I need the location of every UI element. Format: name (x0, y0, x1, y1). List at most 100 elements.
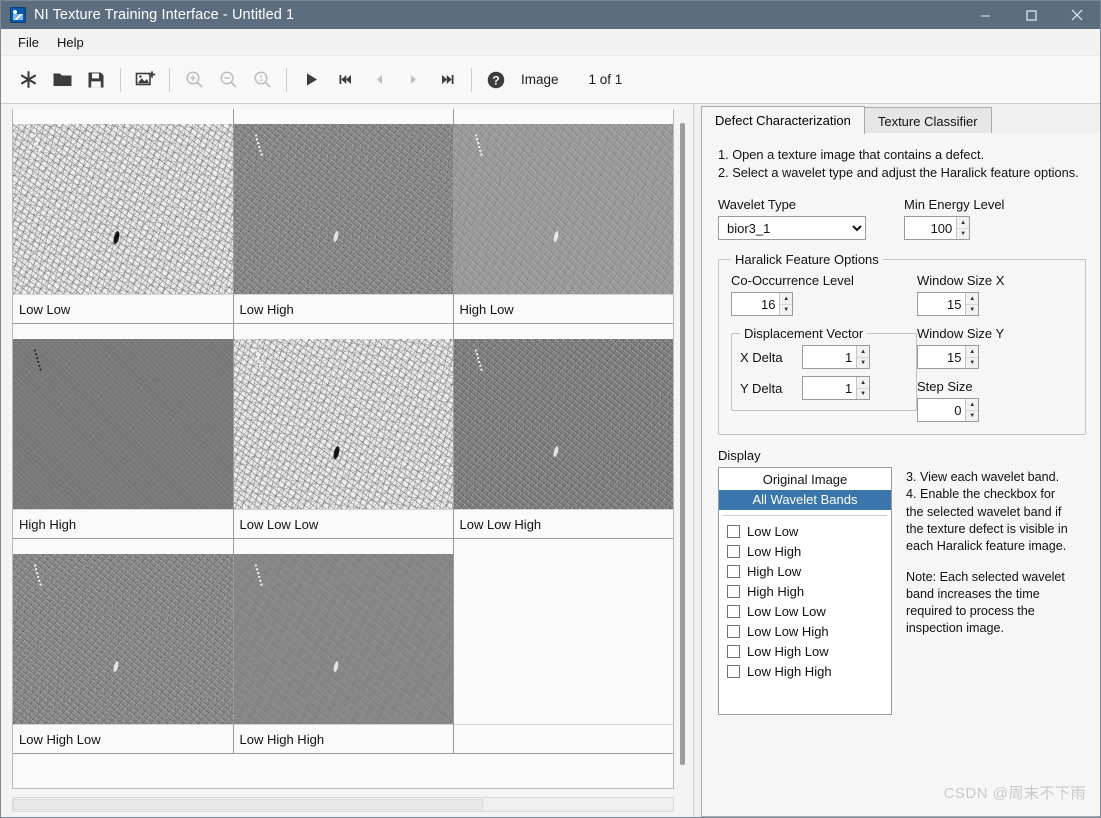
checkbox-row-low-high-low[interactable]: Low High Low (719, 641, 891, 661)
spinner-down-icon[interactable]: ▼ (957, 229, 969, 240)
grid-cell-high-high[interactable]: High High (13, 323, 234, 539)
checkbox-low-low-low[interactable] (727, 604, 740, 618)
zoom-out-button[interactable] (211, 63, 245, 97)
first-image-button[interactable] (328, 63, 362, 97)
thumbnail-image[interactable] (233, 124, 453, 294)
checkbox-low-low-high[interactable] (727, 624, 740, 638)
wavelet-band-listbox[interactable]: Original Image All Wavelet Bands Low Low… (718, 467, 892, 716)
zoom-actual-size-button[interactable]: 1 (245, 63, 279, 97)
step-size-input[interactable] (918, 399, 966, 422)
spinner-up-icon[interactable]: ▲ (857, 377, 869, 389)
tab-texture-classifier[interactable]: Texture Classifier (863, 107, 992, 134)
y-delta-input[interactable] (803, 377, 857, 400)
help-button[interactable]: ? (479, 63, 513, 97)
last-image-button[interactable] (430, 63, 464, 97)
thumbnail-image[interactable] (453, 124, 673, 294)
spinner-down-icon[interactable]: ▼ (966, 358, 978, 369)
spinner-down-icon[interactable]: ▼ (857, 389, 869, 400)
checkbox-high-low[interactable] (727, 564, 740, 578)
minimize-button[interactable] (962, 1, 1008, 29)
previous-image-button[interactable] (362, 63, 396, 97)
window-size-x-spinner[interactable]: ▲▼ (917, 292, 979, 317)
thumbnail-image[interactable] (233, 554, 453, 724)
spinner-arrows[interactable]: ▲ ▼ (965, 346, 978, 369)
grid-cell-high-low[interactable]: High Low (453, 109, 673, 324)
checkbox-low-high-high[interactable] (727, 664, 740, 678)
close-button[interactable] (1054, 1, 1100, 29)
spinner-arrows[interactable]: ▲ ▼ (956, 217, 969, 240)
co-occurrence-level-spinner[interactable]: ▲▼ (731, 292, 793, 317)
checkbox-row-high-high[interactable]: High High (719, 581, 891, 601)
list-item-all-wavelet-bands[interactable]: All Wavelet Bands (719, 490, 891, 511)
checkbox-high-high[interactable] (727, 584, 740, 598)
spinner-down-icon[interactable]: ▼ (780, 305, 792, 316)
svg-text:?: ? (492, 73, 499, 87)
image-grid-viewport[interactable]: Low Low Low High High Low High High Low … (12, 109, 674, 789)
image-grid-horizontal-scrollbar[interactable] (12, 797, 674, 812)
spinner-up-icon[interactable]: ▲ (857, 346, 869, 358)
grid-cell-low-low-low[interactable]: Low Low Low (233, 323, 454, 539)
maximize-button[interactable] (1008, 1, 1054, 29)
thumbnail-image[interactable] (13, 339, 233, 509)
spinner-up-icon[interactable]: ▲ (966, 346, 978, 358)
tab-defect-characterization[interactable]: Defect Characterization (701, 106, 865, 134)
thumbnail-image[interactable] (13, 554, 233, 724)
spinner-arrows[interactable]: ▲ ▼ (965, 293, 978, 316)
next-image-button[interactable] (396, 63, 430, 97)
thumbnail-image[interactable] (453, 339, 673, 509)
menu-file[interactable]: File (9, 32, 48, 53)
window-size-y-spinner[interactable]: ▲▼ (917, 345, 979, 370)
scrollbar-thumb[interactable] (13, 799, 483, 810)
spinner-arrows[interactable]: ▲ ▼ (856, 377, 869, 400)
displacement-vector-group: Displacement Vector X Delta ▲▼ Y D (731, 326, 917, 412)
thumbnail-image[interactable] (13, 124, 233, 294)
spinner-up-icon[interactable]: ▲ (966, 293, 978, 305)
min-energy-level-spinner[interactable]: ▲▼ (904, 216, 970, 241)
menu-help[interactable]: Help (48, 32, 93, 53)
grid-cell-low-high[interactable]: Low High (233, 109, 454, 324)
window-size-x-input[interactable] (918, 293, 966, 316)
co-occurrence-level-input[interactable] (732, 293, 780, 316)
thumbnail-image[interactable] (233, 339, 453, 509)
step-size-spinner[interactable]: ▲▼ (917, 398, 979, 423)
scrollbar-thumb[interactable] (680, 123, 685, 765)
window-size-y-input[interactable] (918, 346, 966, 369)
play-button[interactable] (294, 63, 328, 97)
image-grid-vertical-scrollbar[interactable] (675, 109, 691, 789)
grid-cell-low-low-high[interactable]: Low Low High (453, 323, 673, 539)
spinner-up-icon[interactable]: ▲ (957, 217, 969, 229)
checkbox-row-low-low-low[interactable]: Low Low Low (719, 601, 891, 621)
checkbox-row-low-low-high[interactable]: Low Low High (719, 621, 891, 641)
grid-cell-low-low[interactable]: Low Low (13, 109, 234, 324)
spinner-down-icon[interactable]: ▼ (966, 411, 978, 422)
spinner-arrows[interactable]: ▲ ▼ (856, 346, 869, 369)
checkbox-row-low-low[interactable]: Low Low (719, 521, 891, 541)
checkbox-row-high-low[interactable]: High Low (719, 561, 891, 581)
spinner-arrows[interactable]: ▲ ▼ (965, 399, 978, 422)
add-image-button[interactable] (128, 63, 162, 97)
spinner-down-icon[interactable]: ▼ (966, 305, 978, 316)
spinner-arrows[interactable]: ▲ ▼ (779, 293, 792, 316)
new-button[interactable] (11, 63, 45, 97)
checkbox-low-high-low[interactable] (727, 644, 740, 658)
open-button[interactable] (45, 63, 79, 97)
spinner-up-icon[interactable]: ▲ (966, 399, 978, 411)
list-item-original-image[interactable]: Original Image (719, 470, 891, 490)
spinner-down-icon[interactable]: ▼ (857, 358, 869, 369)
y-delta-field: Y Delta ▲▼ (740, 376, 908, 401)
spinner-up-icon[interactable]: ▲ (780, 293, 792, 305)
zoom-in-button[interactable] (177, 63, 211, 97)
checkbox-row-low-high[interactable]: Low High (719, 541, 891, 561)
checkbox-low-high[interactable] (727, 544, 740, 558)
grid-cell-low-high-low[interactable]: Low High Low (13, 538, 234, 754)
wavelet-type-select[interactable]: bior3_1 (718, 216, 866, 241)
haralick-left-column: Co-Occurrence Level ▲▼ Displacement Vect… (731, 273, 917, 422)
save-button[interactable] (79, 63, 113, 97)
min-energy-level-input[interactable] (905, 217, 957, 240)
grid-cell-low-high-high[interactable]: Low High High (233, 538, 454, 754)
x-delta-spinner[interactable]: ▲▼ (802, 345, 870, 370)
x-delta-input[interactable] (803, 346, 857, 369)
y-delta-spinner[interactable]: ▲▼ (802, 376, 870, 401)
checkbox-low-low[interactable] (727, 524, 740, 538)
checkbox-row-low-high-high[interactable]: Low High High (719, 661, 891, 681)
